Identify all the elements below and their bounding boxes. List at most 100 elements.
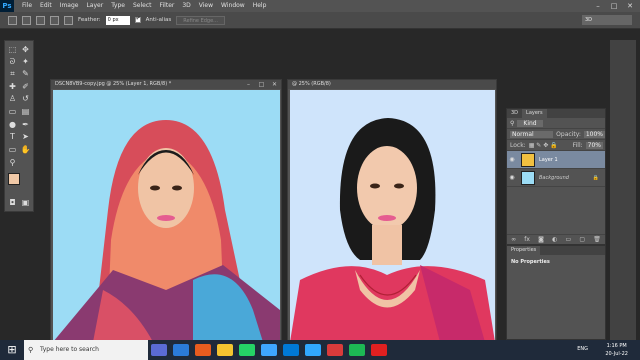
menu-window[interactable]: Window (217, 0, 249, 12)
properties-panel: Properties No Properties (506, 245, 606, 340)
new-selection-icon[interactable] (22, 15, 31, 25)
intersect-selection-icon[interactable] (64, 15, 73, 25)
antialias-label: Anti-alias (145, 17, 172, 23)
file-explorer-icon[interactable] (217, 344, 233, 356)
close-button[interactable]: ✕ (622, 0, 638, 12)
eye-icon[interactable]: ◉ (507, 156, 517, 163)
filter-kind-icon[interactable]: ⚲ (510, 120, 514, 127)
portrait-photo-2 (290, 118, 495, 342)
menu-view[interactable]: View (195, 0, 217, 12)
blend-mode-select[interactable]: Normal (510, 130, 554, 138)
tab-3d[interactable]: 3D (507, 109, 522, 118)
menu-type[interactable]: Type (107, 0, 129, 12)
dodge-icon[interactable]: ● (7, 119, 18, 130)
type-icon[interactable]: T (7, 131, 18, 142)
eraser-icon[interactable]: ▭ (7, 106, 18, 117)
lasso-preset-icon[interactable] (8, 15, 17, 25)
spotify-icon[interactable] (349, 344, 365, 356)
mask-icon[interactable]: ◙ (538, 236, 544, 243)
doc1-maximize-button[interactable]: □ (255, 80, 268, 89)
search-input[interactable]: ⚲ Type here to search (24, 340, 148, 360)
antialias-checkbox[interactable] (134, 15, 141, 23)
search-placeholder: Type here to search (40, 346, 99, 353)
subtract-selection-icon[interactable] (50, 15, 59, 25)
document-tab-2[interactable]: @ 25% (RGB/8) (288, 80, 496, 89)
language-indicator[interactable]: ENG (577, 346, 588, 352)
layer-row-layer-1[interactable]: ◉ Layer 1 (507, 151, 605, 169)
edge-icon[interactable] (173, 344, 189, 356)
doc1-minimize-button[interactable]: – (242, 80, 255, 89)
tab-layers[interactable]: Layers (522, 109, 547, 118)
layer-row-background[interactable]: ◉ Background 🔒 (507, 169, 605, 187)
pen-icon[interactable]: ✒ (20, 119, 31, 130)
gradient-icon[interactable]: ▤ (20, 106, 31, 117)
photoshop-task-icon[interactable] (305, 344, 321, 356)
path-select-icon[interactable]: ➤ (20, 131, 31, 142)
layer-thumbnail (521, 152, 535, 167)
document-canvas-2[interactable] (290, 90, 495, 342)
quick-mask-icon[interactable]: ◘ (7, 197, 18, 208)
tab-properties[interactable]: Properties (507, 246, 541, 255)
store-icon[interactable] (283, 344, 299, 356)
add-selection-icon[interactable] (36, 15, 45, 25)
maximize-button[interactable]: □ (606, 0, 622, 12)
eye-icon[interactable]: ◉ (507, 174, 517, 181)
search-icon: ⚲ (28, 346, 34, 354)
chrome-icon[interactable] (261, 344, 277, 356)
fill-input[interactable]: 70% (585, 141, 603, 149)
move-icon[interactable]: ✥ (20, 44, 31, 55)
workspace-select[interactable]: 3D (582, 15, 632, 25)
magic-wand-icon[interactable]: ✦ (20, 56, 31, 67)
feather-input[interactable]: 0 px (105, 15, 130, 25)
doc1-close-button[interactable]: ✕ (268, 80, 281, 89)
document-window-2: @ 25% (RGB/8) (287, 79, 497, 342)
menu-select[interactable]: Select (129, 0, 156, 12)
task-view-icon[interactable] (151, 344, 167, 356)
new-layer-icon[interactable]: ▢ (579, 236, 585, 243)
lasso-icon[interactable]: ᘐ (7, 56, 18, 67)
document-window-1: DSCN8VB9-copy.jpg @ 25% (Layer 1, RGB/8)… (50, 79, 282, 342)
menu-image[interactable]: Image (56, 0, 83, 12)
clock-time: 1:16 PM (606, 343, 627, 349)
group-icon[interactable]: ▭ (566, 236, 572, 243)
refine-edge-button[interactable]: Refine Edge... (176, 15, 225, 25)
link-layers-icon[interactable]: ∞ (511, 236, 516, 243)
recorder-icon[interactable] (371, 344, 387, 356)
eyedropper-icon[interactable]: ✎ (20, 68, 31, 79)
menu-file[interactable]: File (18, 0, 36, 12)
layers-panel: 3D Layers ⚲ Kind Normal Opacity: 100% Lo… (506, 108, 606, 245)
marquee-icon[interactable]: ⬚ (7, 44, 18, 55)
opacity-input[interactable]: 100% (583, 130, 605, 138)
layer-name: Background (539, 174, 569, 181)
trash-icon[interactable]: 🗑 (593, 236, 601, 243)
shape-icon[interactable]: ▭ (7, 144, 18, 155)
screen-mode-icon[interactable]: ▣ (20, 197, 31, 208)
zoom-icon[interactable]: ⚲ (7, 157, 18, 168)
foreground-color-swatch[interactable] (8, 173, 20, 185)
menu-edit[interactable]: Edit (36, 0, 56, 12)
menu-3d[interactable]: 3D (178, 0, 194, 12)
start-button[interactable]: ⊞ (0, 340, 24, 360)
options-bar: Feather: 0 px Anti-alias Refine Edge... (0, 12, 640, 29)
firefox-icon[interactable] (195, 344, 211, 356)
brush-icon[interactable]: ✐ (20, 81, 31, 92)
whatsapp-icon[interactable] (239, 344, 255, 356)
document-canvas-1[interactable] (53, 90, 280, 342)
fx-icon[interactable]: fx (524, 236, 530, 243)
hand-icon[interactable]: ✋ (20, 144, 31, 155)
document-tab-1[interactable]: DSCN8VB9-copy.jpg @ 25% (Layer 1, RGB/8)… (51, 80, 281, 89)
clock[interactable]: 1:16 PM 20-Jul-22 (605, 342, 628, 358)
menu-filter[interactable]: Filter (156, 0, 179, 12)
menu-layer[interactable]: Layer (82, 0, 107, 12)
menu-help[interactable]: Help (249, 0, 271, 12)
crop-icon[interactable]: ⌗ (7, 68, 18, 79)
media-icon[interactable] (327, 344, 343, 356)
stamp-icon[interactable]: ♙ (7, 93, 18, 104)
lock-icons[interactable]: ▦ ✎ ✥ 🔒 (529, 142, 558, 149)
history-icon[interactable]: ↺ (20, 93, 31, 104)
fill-label: Fill: (572, 141, 583, 149)
healing-icon[interactable]: ✚ (7, 81, 18, 92)
minimize-button[interactable]: – (590, 0, 606, 12)
kind-filter-select[interactable]: Kind (517, 119, 543, 127)
adjustment-icon[interactable]: ◐ (552, 236, 557, 243)
